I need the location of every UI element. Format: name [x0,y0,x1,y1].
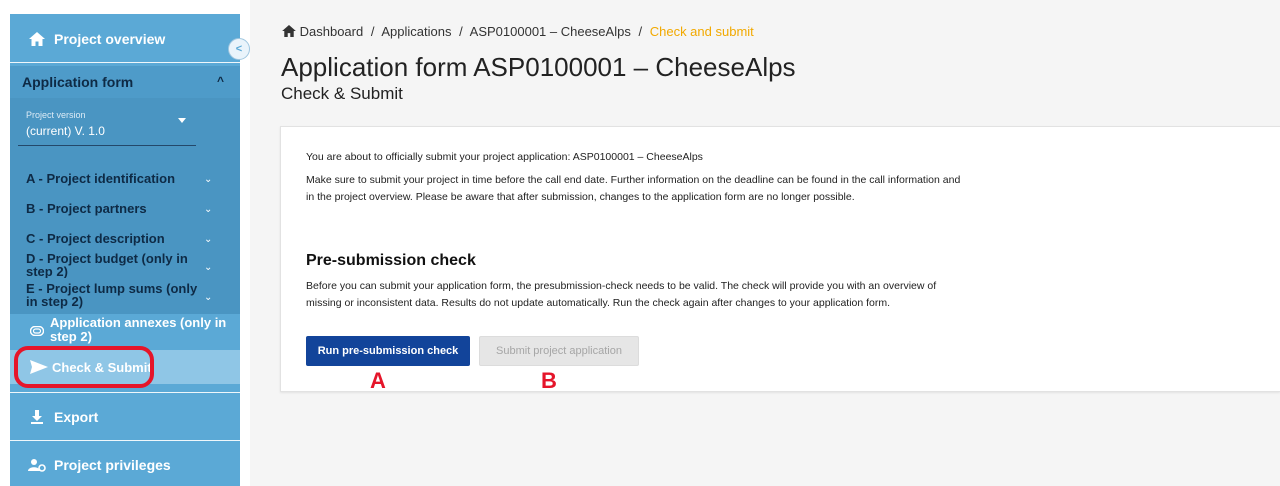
deadline-info-text: Make sure to submit your project in time… [306,174,961,203]
sidebar-item-project-privileges[interactable]: Project privileges [10,452,240,478]
download-icon [28,408,46,426]
sidebar-item-application-annexes[interactable]: Application annexes (only in step 2) [10,314,240,348]
chevron-down-icon[interactable]: ⌄ [204,292,212,303]
version-label: Project version [26,110,86,120]
chevron-down-icon[interactable]: ⌄ [204,174,212,185]
home-icon [28,30,46,48]
sidebar-item-label: Application annexes (only in step 2) [50,315,227,344]
sidebar-item-project-partners[interactable]: B - Project partners [26,202,206,215]
breadcrumb: Dashboard / Applications / ASP0100001 – … [282,24,754,39]
pre-submission-description: Before you can submit your application f… [306,280,937,309]
annotation-a: A [370,368,386,393]
dropdown-arrow-icon [178,118,186,123]
chevron-up-icon: ^ [216,74,224,88]
breadcrumb-applications[interactable]: Applications [381,24,451,39]
chevron-down-icon[interactable]: ⌄ [204,262,212,273]
version-value: (current) V. 1.0 [26,124,105,138]
breadcrumb-separator: / [370,24,375,39]
breadcrumb-current: Check and submit [649,24,754,39]
sidebar: Project overview Application form ^ Proj… [0,0,250,486]
sidebar-item-project-lump-sums[interactable]: E - Project lump sums (only in step 2) [26,282,206,310]
sidebar-item-project-identification[interactable]: A - Project identification [26,172,206,185]
home-icon[interactable] [282,24,300,39]
project-version-select[interactable]: Project version (current) V. 1.0 [18,104,196,146]
breadcrumb-dashboard[interactable]: Dashboard [300,24,364,39]
collapse-sidebar-button[interactable]: < [228,38,250,60]
annotation-b: B [541,368,557,393]
pre-submission-heading: Pre-submission check [306,252,476,269]
divider [10,62,240,63]
submission-intro-text: You are about to officially submit your … [306,151,703,163]
chevron-down-icon[interactable]: ⌄ [204,234,212,245]
divider [10,392,240,393]
page-title: Application form ASP0100001 – CheeseAlps [281,52,796,82]
chevron-left-icon: < [235,43,243,55]
sidebar-item-application-form[interactable]: Application form ^ [10,66,240,98]
run-pre-submission-check-button[interactable]: Run pre-submission check [306,336,470,366]
sidebar-item-label: Project privileges [54,457,171,473]
sidebar-item-project-budget[interactable]: D - Project budget (only in step 2) [26,252,206,278]
sidebar-item-project-description[interactable]: C - Project description [26,232,206,245]
sidebar-item-label: Export [54,409,99,425]
sidebar-item-export[interactable]: Export [10,404,240,430]
users-gear-icon [28,456,46,474]
sidebar-item-label: Application form [22,74,134,90]
breadcrumb-separator: / [638,24,643,39]
page-subtitle: Check & Submit [281,84,403,103]
submit-project-application-button[interactable]: Submit project application [479,336,639,366]
divider [10,440,240,441]
breadcrumb-application[interactable]: ASP0100001 – CheeseAlps [470,24,631,39]
highlight-ring [14,346,154,388]
sidebar-item-label: Project overview [54,31,166,47]
paperclip-icon [29,324,45,339]
breadcrumb-separator: / [459,24,463,39]
sidebar-item-project-overview[interactable]: Project overview [10,26,240,52]
chevron-down-icon[interactable]: ⌄ [204,204,212,215]
